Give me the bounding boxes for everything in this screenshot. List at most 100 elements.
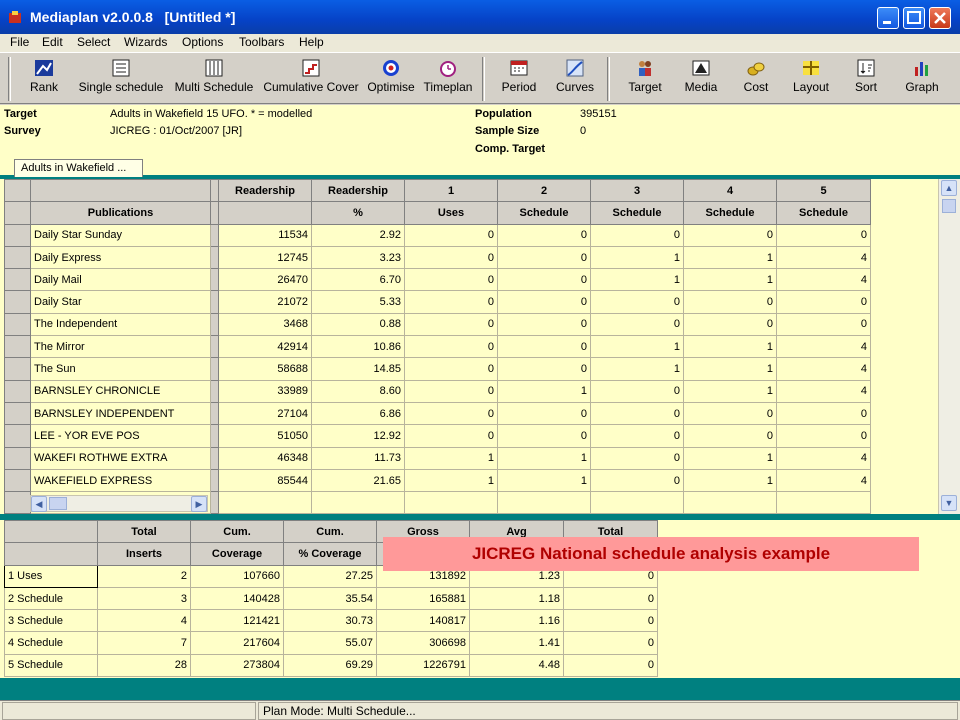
data-cell[interactable]: 0: [404, 401, 498, 426]
column-subheader[interactable]: Inserts: [97, 542, 191, 566]
data-cell[interactable]: 0: [563, 631, 658, 655]
publication-name[interactable]: The Independent: [30, 312, 211, 337]
publication-name[interactable]: LEE - YOR EVE POS: [30, 424, 211, 448]
data-cell[interactable]: 0: [497, 424, 591, 448]
data-cell[interactable]: 0: [776, 312, 871, 337]
data-cell[interactable]: 4: [776, 245, 871, 270]
data-cell[interactable]: 0: [497, 290, 591, 314]
curves-button[interactable]: Curves: [551, 57, 599, 101]
table-row[interactable]: BARNSLEY INDEPENDENT 27104 6.86 0 0 0 0 0: [4, 401, 871, 426]
period-button[interactable]: Period: [496, 57, 542, 101]
row-header[interactable]: [4, 379, 31, 403]
row-header[interactable]: [4, 446, 31, 470]
table-row[interactable]: 5 Schedule 28 273804 69.29 1226791 4.48 0: [4, 653, 658, 678]
table-row[interactable]: WAKEFI ROTHWE EXTRA 46348 11.73 1 1 0 1 4: [4, 446, 871, 470]
row-header[interactable]: [4, 401, 31, 426]
scroll-up-icon[interactable]: ▲: [941, 180, 957, 196]
data-cell[interactable]: 4: [776, 468, 871, 493]
data-cell[interactable]: 0: [404, 245, 498, 270]
data-cell[interactable]: 0: [497, 245, 591, 270]
menu-help[interactable]: Help: [299, 35, 324, 49]
publication-name[interactable]: Daily Express: [30, 245, 211, 270]
data-cell[interactable]: 1: [683, 245, 777, 270]
data-cell[interactable]: 3468: [218, 312, 312, 337]
data-cell[interactable]: 0: [683, 290, 777, 314]
row-header[interactable]: [4, 268, 31, 292]
graph-button[interactable]: Graph: [900, 57, 944, 101]
column-header[interactable]: 5: [776, 178, 871, 203]
table-row[interactable]: LEE - YOR EVE POS 51050 12.92 0 0 0 0 0: [4, 424, 871, 448]
data-cell[interactable]: 85544: [218, 468, 312, 493]
table-row[interactable]: Daily Express 12745 3.23 0 0 1 1 4: [4, 245, 871, 270]
data-cell[interactable]: 0: [776, 223, 871, 247]
publication-name[interactable]: The Mirror: [30, 335, 211, 359]
publication-name[interactable]: BARNSLEY INDEPENDENT: [30, 401, 211, 426]
column-subheader[interactable]: Schedule: [590, 201, 684, 225]
data-cell[interactable]: 306698: [376, 631, 470, 655]
data-cell[interactable]: 121421: [190, 609, 284, 633]
data-cell[interactable]: 3.23: [311, 245, 405, 270]
data-cell[interactable]: 140428: [190, 586, 284, 611]
data-cell[interactable]: 0.88: [311, 312, 405, 337]
data-cell[interactable]: 0: [497, 312, 591, 337]
maximize-button[interactable]: [903, 7, 925, 29]
column-header[interactable]: Total: [97, 519, 191, 544]
data-cell[interactable]: 0: [497, 223, 591, 247]
data-cell[interactable]: 21072: [218, 290, 312, 314]
data-cell[interactable]: 14.85: [311, 357, 405, 381]
table-row[interactable]: 3 Schedule 4 121421 30.73 140817 1.16 0: [4, 609, 658, 633]
column-header[interactable]: 3: [590, 178, 684, 203]
data-cell[interactable]: 1: [683, 357, 777, 381]
table-row[interactable]: The Mirror 42914 10.86 0 0 1 1 4: [4, 335, 871, 359]
column-header[interactable]: Cum.: [190, 519, 284, 544]
data-cell[interactable]: 4: [97, 609, 191, 633]
data-cell[interactable]: 58688: [218, 357, 312, 381]
cumulative-cover-button[interactable]: Cumulative Cover: [261, 57, 361, 101]
data-cell[interactable]: 12.92: [311, 424, 405, 448]
data-cell[interactable]: 165881: [376, 586, 470, 611]
data-cell[interactable]: 7: [97, 631, 191, 655]
data-cell[interactable]: 69.29: [283, 653, 377, 678]
data-cell[interactable]: 0: [590, 468, 684, 493]
column-subheader[interactable]: Coverage: [190, 542, 284, 566]
table-row[interactable]: The Sun 58688 14.85 0 0 1 1 4: [4, 357, 871, 381]
tab-adults-in-wakefield[interactable]: Adults in Wakefield ...: [14, 159, 144, 177]
data-cell[interactable]: 1.16: [469, 609, 564, 633]
timeplan-button[interactable]: Timeplan: [421, 57, 475, 101]
data-cell[interactable]: 27104: [218, 401, 312, 426]
data-cell[interactable]: 4: [776, 446, 871, 470]
data-cell[interactable]: 12745: [218, 245, 312, 270]
data-cell[interactable]: 0: [404, 268, 498, 292]
column-subheader[interactable]: [218, 201, 312, 225]
menu-wizards[interactable]: Wizards: [124, 35, 167, 49]
data-cell[interactable]: 1: [497, 446, 591, 470]
data-cell[interactable]: 1: [497, 379, 591, 403]
schedule-name[interactable]: 3 Schedule: [4, 609, 98, 633]
data-cell[interactable]: 51050: [218, 424, 312, 448]
publication-name[interactable]: Daily Mail: [30, 268, 211, 292]
data-cell[interactable]: 1: [683, 446, 777, 470]
multi-schedule-button[interactable]: Multi Schedule: [171, 57, 257, 101]
publication-name[interactable]: WAKEFIELD EXPRESS: [30, 468, 211, 493]
data-cell[interactable]: 0: [590, 379, 684, 403]
data-cell[interactable]: 4: [776, 379, 871, 403]
schedule-name[interactable]: 5 Schedule: [4, 653, 98, 678]
row-header[interactable]: [4, 312, 31, 337]
column-header-publications[interactable]: Publications: [30, 201, 211, 225]
menu-select[interactable]: Select: [77, 35, 110, 49]
data-cell[interactable]: 1226791: [376, 653, 470, 678]
data-cell[interactable]: 0: [590, 312, 684, 337]
data-cell[interactable]: 3: [97, 586, 191, 611]
column-subheader[interactable]: Schedule: [497, 201, 591, 225]
row-header[interactable]: [4, 424, 31, 448]
scroll-right-icon[interactable]: ▶: [191, 496, 207, 512]
data-cell[interactable]: 2.92: [311, 223, 405, 247]
table-row[interactable]: Daily Mail 26470 6.70 0 0 1 1 4: [4, 268, 871, 292]
data-cell[interactable]: 217604: [190, 631, 284, 655]
vscroll-thumb[interactable]: [942, 199, 956, 213]
column-header[interactable]: 2: [497, 178, 591, 203]
data-cell[interactable]: 0: [404, 290, 498, 314]
data-cell[interactable]: 0: [683, 223, 777, 247]
table-row[interactable]: Daily Star Sunday 11534 2.92 0 0 0 0 0: [4, 223, 871, 247]
data-cell[interactable]: 0: [590, 401, 684, 426]
